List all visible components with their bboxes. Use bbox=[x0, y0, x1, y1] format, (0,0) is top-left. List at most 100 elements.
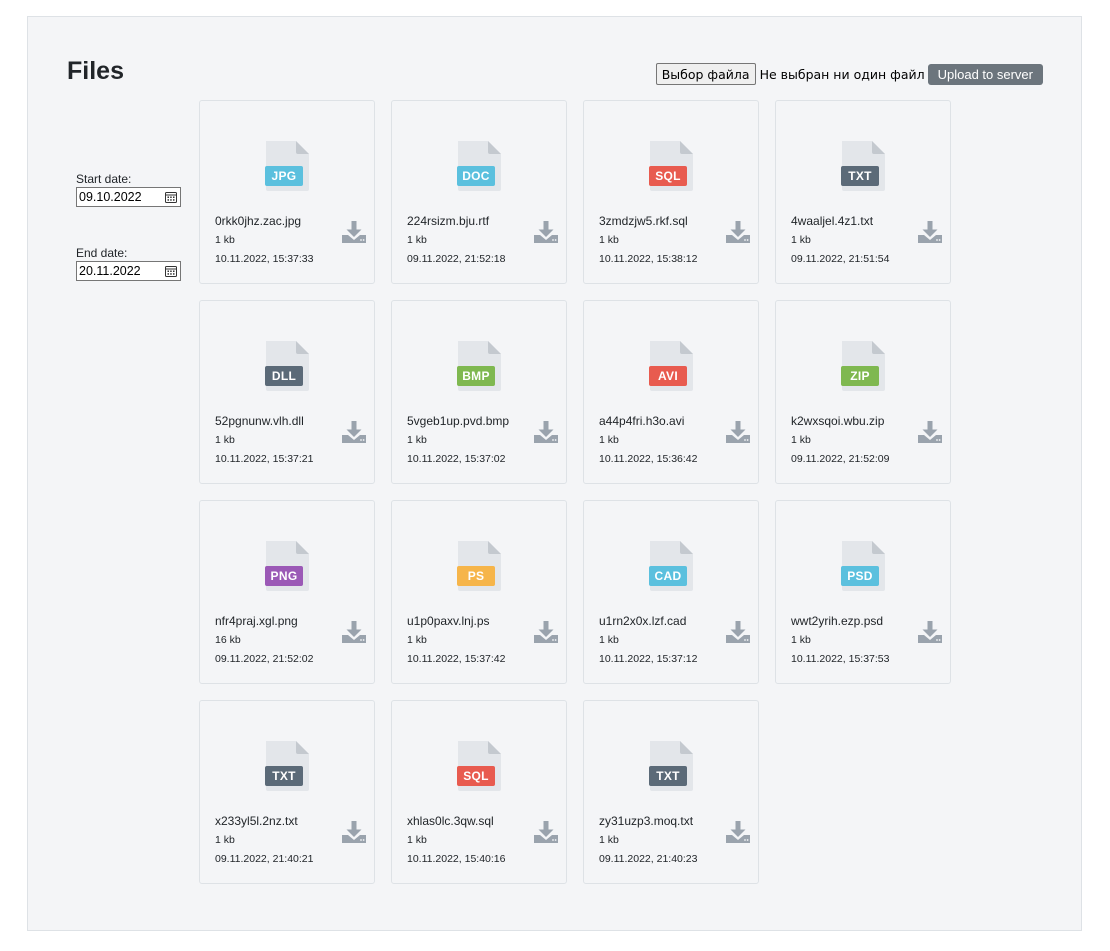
date-filters: Start date: 09.10.2022 End date: 20.11.2… bbox=[76, 172, 184, 281]
start-date-group: Start date: 09.10.2022 bbox=[76, 172, 184, 207]
file-type-badge: TXT bbox=[649, 766, 687, 786]
file-date: 10.11.2022, 15:37:21 bbox=[215, 453, 314, 465]
file-date: 10.11.2022, 15:40:16 bbox=[407, 853, 506, 865]
file-card[interactable]: CAD u1rn2x0x.lzf.cad 1 kb 10.11.2022, 15… bbox=[583, 500, 759, 684]
file-name: 224rsizm.bju.rtf bbox=[407, 214, 490, 228]
start-date-input[interactable]: 09.10.2022 bbox=[76, 187, 181, 207]
file-name: 3zmdzjw5.rkf.sql bbox=[599, 214, 688, 228]
file-size: 1 kb bbox=[599, 834, 619, 846]
file-name: k2wxsqoi.wbu.zip bbox=[791, 414, 885, 428]
file-card[interactable]: DLL 52pgnunw.vlh.dll 1 kb 10.11.2022, 15… bbox=[199, 300, 375, 484]
file-card[interactable]: AVI a44p4fri.h3o.avi 1 kb 10.11.2022, 15… bbox=[583, 300, 759, 484]
file-card[interactable]: DOC 224rsizm.bju.rtf 1 kb 09.11.2022, 21… bbox=[391, 100, 567, 284]
start-date-value: 09.10.2022 bbox=[79, 190, 142, 204]
upload-button[interactable]: Upload to server bbox=[927, 63, 1043, 85]
file-date: 10.11.2022, 15:38:12 bbox=[599, 253, 698, 265]
file-name: zy31uzp3.moq.txt bbox=[599, 814, 694, 828]
download-icon[interactable] bbox=[533, 620, 559, 644]
file-type-badge: SQL bbox=[649, 166, 687, 186]
file-type-badge: PSD bbox=[841, 566, 879, 586]
file-card[interactable]: JPG 0rkk0jhz.zac.jpg 1 kb 10.11.2022, 15… bbox=[199, 100, 375, 284]
file-date: 10.11.2022, 15:37:53 bbox=[791, 653, 890, 665]
file-date: 10.11.2022, 15:37:33 bbox=[215, 253, 314, 265]
file-date: 10.11.2022, 15:37:12 bbox=[599, 653, 698, 665]
file-status-text: Не выбран ни один файл bbox=[759, 66, 925, 82]
download-icon[interactable] bbox=[341, 820, 367, 844]
file-size: 1 kb bbox=[215, 834, 235, 846]
file-date: 09.11.2022, 21:40:23 bbox=[599, 853, 698, 865]
file-type-badge: TXT bbox=[841, 166, 879, 186]
calendar-icon[interactable] bbox=[165, 265, 177, 277]
file-type-badge: PNG bbox=[265, 566, 303, 586]
download-icon[interactable] bbox=[725, 620, 751, 644]
file-size: 1 kb bbox=[215, 234, 235, 246]
file-date: 09.11.2022, 21:40:21 bbox=[215, 853, 314, 865]
file-size: 1 kb bbox=[599, 234, 619, 246]
file-name: u1p0paxv.lnj.ps bbox=[407, 614, 490, 628]
download-icon[interactable] bbox=[725, 820, 751, 844]
file-name: x233yl5l.2nz.txt bbox=[215, 814, 298, 828]
calendar-icon[interactable] bbox=[165, 191, 177, 203]
page-title: Files bbox=[67, 57, 124, 85]
file-size: 1 kb bbox=[407, 834, 427, 846]
file-type-badge: CAD bbox=[649, 566, 687, 586]
end-date-group: End date: 20.11.2022 bbox=[76, 246, 184, 281]
file-name: a44p4fri.h3o.avi bbox=[599, 414, 685, 428]
file-name: wwt2yrih.ezp.psd bbox=[791, 614, 884, 628]
download-icon[interactable] bbox=[917, 420, 943, 444]
file-type-badge: PS bbox=[457, 566, 495, 586]
file-date: 10.11.2022, 15:37:02 bbox=[407, 453, 506, 465]
file-card[interactable]: PNG nfr4praj.xgl.png 16 kb 09.11.2022, 2… bbox=[199, 500, 375, 684]
download-icon[interactable] bbox=[725, 220, 751, 244]
file-date: 09.11.2022, 21:52:02 bbox=[215, 653, 314, 665]
download-icon[interactable] bbox=[533, 420, 559, 444]
file-size: 16 kb bbox=[215, 634, 241, 646]
choose-file-button[interactable]: Выбор файла bbox=[655, 63, 756, 85]
file-size: 1 kb bbox=[599, 434, 619, 446]
file-date: 09.11.2022, 21:51:54 bbox=[791, 253, 890, 265]
file-type-badge: SQL bbox=[457, 766, 495, 786]
download-icon[interactable] bbox=[533, 820, 559, 844]
file-type-badge: DOC bbox=[457, 166, 495, 186]
file-type-badge: AVI bbox=[649, 366, 687, 386]
file-card[interactable]: TXT 4waaljel.4z1.txt 1 kb 09.11.2022, 21… bbox=[775, 100, 951, 284]
end-date-input[interactable]: 20.11.2022 bbox=[76, 261, 181, 281]
file-type-badge: ZIP bbox=[841, 366, 879, 386]
upload-bar: Выбор файла Не выбран ни один файл Uploa… bbox=[655, 63, 1043, 85]
download-icon[interactable] bbox=[725, 420, 751, 444]
file-size: 1 kb bbox=[215, 434, 235, 446]
file-name: 0rkk0jhz.zac.jpg bbox=[215, 214, 302, 228]
file-card[interactable]: SQL 3zmdzjw5.rkf.sql 1 kb 10.11.2022, 15… bbox=[583, 100, 759, 284]
download-icon[interactable] bbox=[917, 620, 943, 644]
files-panel: Files Выбор файла Не выбран ни один файл… bbox=[27, 16, 1082, 931]
file-date: 09.11.2022, 21:52:09 bbox=[791, 453, 890, 465]
file-size: 1 kb bbox=[791, 634, 811, 646]
file-name: nfr4praj.xgl.png bbox=[215, 614, 298, 628]
file-card[interactable]: SQL xhlas0lc.3qw.sql 1 kb 10.11.2022, 15… bbox=[391, 700, 567, 884]
end-date-label: End date: bbox=[76, 246, 128, 260]
download-icon[interactable] bbox=[533, 220, 559, 244]
file-size: 1 kb bbox=[791, 234, 811, 246]
file-card[interactable]: TXT x233yl5l.2nz.txt 1 kb 09.11.2022, 21… bbox=[199, 700, 375, 884]
file-size: 1 kb bbox=[407, 634, 427, 646]
file-card[interactable]: PS u1p0paxv.lnj.ps 1 kb 10.11.2022, 15:3… bbox=[391, 500, 567, 684]
file-type-badge: DLL bbox=[265, 366, 303, 386]
download-icon[interactable] bbox=[341, 420, 367, 444]
download-icon[interactable] bbox=[341, 220, 367, 244]
file-name: 52pgnunw.vlh.dll bbox=[215, 414, 304, 428]
file-size: 1 kb bbox=[407, 234, 427, 246]
end-date-value: 20.11.2022 bbox=[79, 264, 141, 278]
download-icon[interactable] bbox=[917, 220, 943, 244]
file-date: 10.11.2022, 15:37:42 bbox=[407, 653, 506, 665]
file-date: 10.11.2022, 15:36:42 bbox=[599, 453, 698, 465]
file-card[interactable]: PSD wwt2yrih.ezp.psd 1 kb 10.11.2022, 15… bbox=[775, 500, 951, 684]
file-card[interactable]: TXT zy31uzp3.moq.txt 1 kb 09.11.2022, 21… bbox=[583, 700, 759, 884]
file-card[interactable]: ZIP k2wxsqoi.wbu.zip 1 kb 09.11.2022, 21… bbox=[775, 300, 951, 484]
file-card[interactable]: BMP 5vgeb1up.pvd.bmp 1 kb 10.11.2022, 15… bbox=[391, 300, 567, 484]
file-name: 5vgeb1up.pvd.bmp bbox=[407, 414, 510, 428]
download-icon[interactable] bbox=[341, 620, 367, 644]
file-size: 1 kb bbox=[599, 634, 619, 646]
file-size: 1 kb bbox=[791, 434, 811, 446]
file-type-badge: TXT bbox=[265, 766, 303, 786]
file-name: 4waaljel.4z1.txt bbox=[791, 214, 874, 228]
